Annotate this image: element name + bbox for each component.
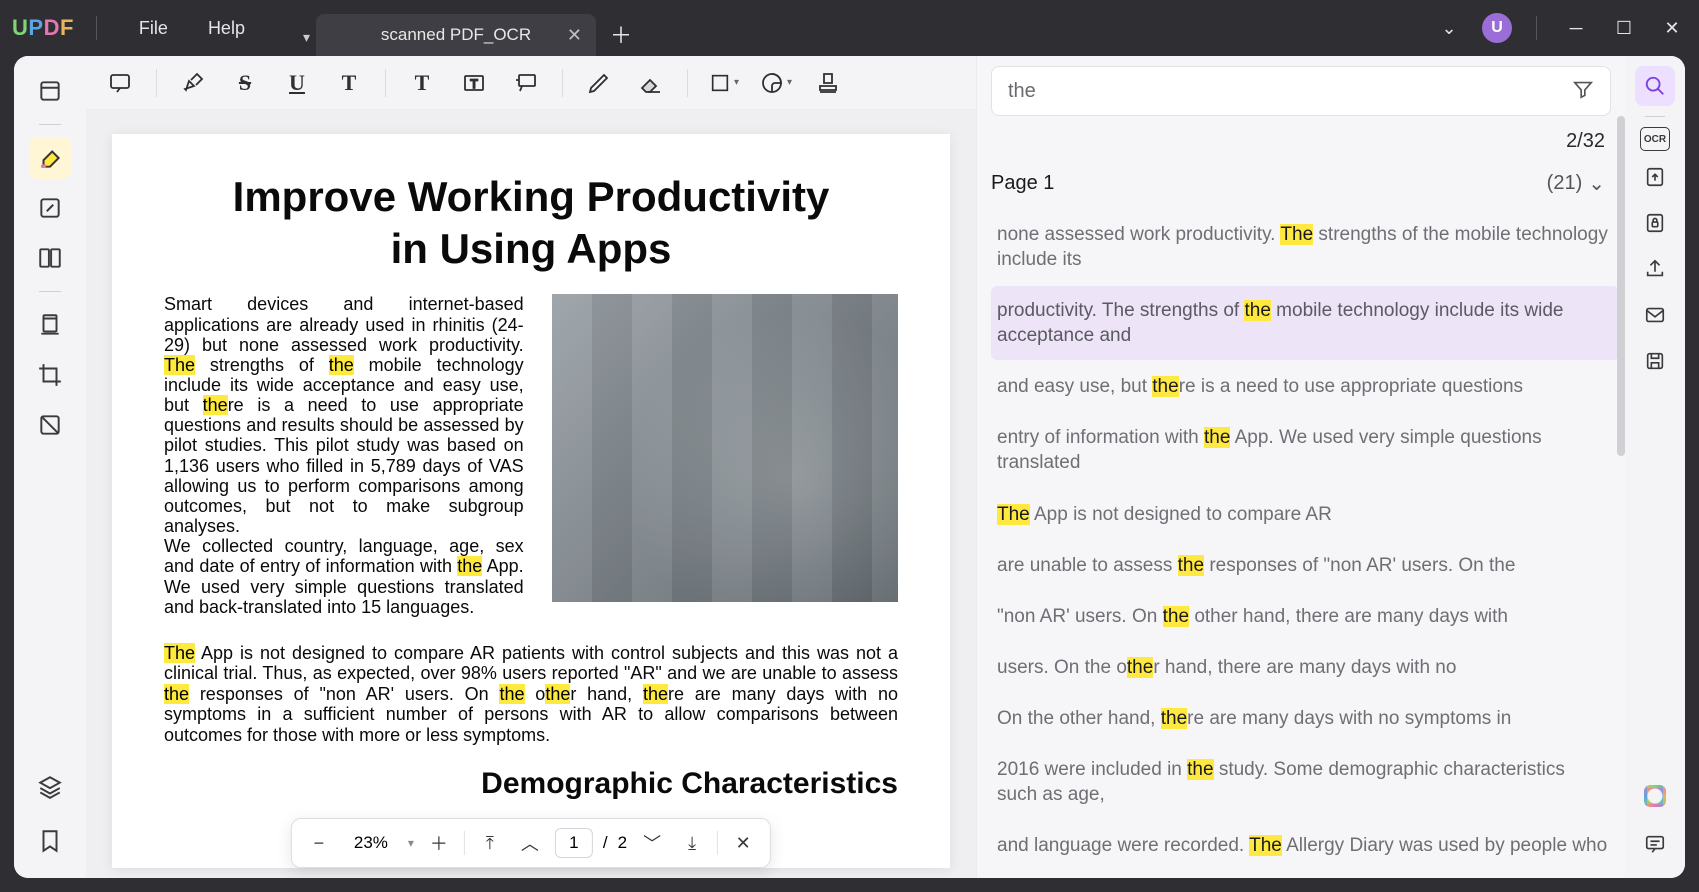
search-button[interactable] — [1635, 66, 1675, 106]
menu-help[interactable]: Help — [188, 12, 265, 45]
first-page-button[interactable]: ⤒ — [475, 828, 505, 858]
comment-tool[interactable] — [100, 63, 140, 103]
page-navigator: − 23% ▾ ＋ ⤒ ︿ / 2 ﹀ ⤓ ✕ — [291, 818, 771, 868]
protect-button[interactable] — [1635, 203, 1675, 243]
edit-tool[interactable] — [29, 187, 71, 229]
search-page-count[interactable]: (21) ⌄ — [1547, 171, 1605, 196]
app-logo: UPDF — [12, 15, 74, 41]
zoom-dropdown[interactable]: ▾ — [408, 836, 414, 850]
zoom-out-button[interactable]: − — [304, 828, 334, 858]
redact-tool[interactable] — [29, 404, 71, 446]
zoom-value: 23% — [344, 833, 398, 853]
search-result-item[interactable]: entry of information with the App. We us… — [991, 413, 1619, 487]
last-page-button[interactable]: ⤓ — [677, 828, 707, 858]
search-result-item[interactable]: The App is not designed to compare AR — [991, 490, 1619, 539]
tab-close-icon[interactable]: ✕ — [567, 25, 582, 46]
textbox-tool[interactable]: T — [454, 63, 494, 103]
pages-tool[interactable] — [29, 237, 71, 279]
callout-tool[interactable] — [506, 63, 546, 103]
search-box — [991, 66, 1611, 116]
text-tool[interactable]: T — [402, 63, 442, 103]
convert-button[interactable] — [1635, 157, 1675, 197]
search-result-counter: 2/32 — [977, 120, 1625, 163]
search-input[interactable] — [1008, 80, 1562, 103]
menu-file[interactable]: File — [119, 12, 188, 45]
underline-tool[interactable]: U — [277, 63, 317, 103]
chevron-down-icon: ⌄ — [1588, 171, 1605, 196]
highlight-tool[interactable] — [29, 137, 71, 179]
stamp-tool[interactable] — [808, 63, 848, 103]
page-total: 2 — [618, 833, 627, 853]
prev-page-button[interactable]: ︿ — [515, 828, 545, 858]
organize-tool[interactable] — [29, 304, 71, 346]
window-minimize[interactable]: ─ — [1561, 13, 1591, 43]
comments-panel-button[interactable] — [1635, 824, 1675, 864]
bookmark-icon[interactable] — [29, 820, 71, 862]
layers-icon[interactable] — [29, 766, 71, 808]
dropdown-icon[interactable]: ⌄ — [1434, 13, 1464, 43]
right-tool-rail: OCR — [1625, 56, 1685, 878]
ocr-button[interactable]: OCR — [1640, 127, 1670, 151]
page-sep: / — [603, 833, 608, 853]
strikethrough-tool[interactable]: S — [225, 63, 265, 103]
search-page-label: Page 1 — [991, 172, 1054, 195]
document-page: Improve Working Productivity in Using Ap… — [112, 134, 950, 868]
search-result-item[interactable]: 2016 were included in the study. Some de… — [991, 745, 1619, 819]
search-result-item[interactable]: "non AR' users. On the other hand, there… — [991, 592, 1619, 641]
search-result-item[interactable]: are unable to assess the responses of "n… — [991, 541, 1619, 590]
left-tool-rail — [14, 56, 86, 878]
search-result-item[interactable]: who downloaded it from the App store, Go… — [991, 872, 1619, 878]
search-result-item[interactable]: and language were recorded. The Allergy … — [991, 821, 1619, 870]
crop-tool[interactable] — [29, 354, 71, 396]
window-maximize[interactable]: ☐ — [1609, 13, 1639, 43]
filter-icon[interactable] — [1572, 78, 1594, 105]
eraser-tool[interactable] — [631, 63, 671, 103]
zoom-in-button[interactable]: ＋ — [424, 828, 454, 858]
share-button[interactable] — [1635, 249, 1675, 289]
window-close[interactable]: ✕ — [1657, 13, 1687, 43]
ai-assistant-button[interactable] — [1635, 776, 1675, 816]
pencil-tool[interactable] — [579, 63, 619, 103]
annotation-toolbar: S U T T T ▾ ▾ — [86, 56, 976, 110]
page-title-line2: in Using Apps — [164, 226, 898, 272]
document-tab[interactable]: scanned PDF_OCR ✕ — [316, 14, 596, 56]
search-panel: 2/32 Page 1 (21) ⌄ none assessed work pr… — [976, 56, 1625, 878]
page-image-placeholder — [552, 294, 898, 602]
search-result-item[interactable]: none assessed work productivity. The str… — [991, 210, 1619, 284]
search-result-item[interactable]: users. On the other hand, there are many… — [991, 643, 1619, 692]
scrollbar[interactable] — [1617, 116, 1625, 456]
search-results-list: none assessed work productivity. The str… — [977, 210, 1625, 878]
page-paragraph-1: Smart devices and internet-based applica… — [164, 294, 524, 617]
next-page-button[interactable]: ﹀ — [637, 828, 667, 858]
tab-list-dropdown[interactable]: ▾ — [297, 29, 316, 56]
page-paragraph-2: The App is not designed to compare AR pa… — [164, 643, 898, 746]
user-avatar[interactable]: U — [1482, 13, 1512, 43]
close-pager-button[interactable]: ✕ — [728, 828, 758, 858]
highlighter-tool[interactable] — [173, 63, 213, 103]
email-button[interactable] — [1635, 295, 1675, 335]
shape-tool[interactable]: ▾ — [704, 63, 744, 103]
page-heading-2: Demographic Characteristics — [164, 767, 898, 801]
save-button[interactable] — [1635, 341, 1675, 381]
new-tab-button[interactable]: ＋ — [596, 18, 646, 56]
reader-tool[interactable] — [29, 70, 71, 112]
search-result-item[interactable]: On the other hand, there are many days w… — [991, 694, 1619, 743]
svg-text:T: T — [470, 77, 478, 91]
page-number-input[interactable] — [555, 828, 593, 858]
sticker-tool[interactable]: ▾ — [756, 63, 796, 103]
squiggly-tool[interactable]: T — [329, 63, 369, 103]
tab-title: scanned PDF_OCR — [332, 25, 580, 45]
search-result-item[interactable]: productivity. The strengths of the mobil… — [991, 286, 1619, 360]
page-title-line1: Improve Working Productivity — [164, 174, 898, 220]
search-result-item[interactable]: and easy use, but there is a need to use… — [991, 362, 1619, 411]
